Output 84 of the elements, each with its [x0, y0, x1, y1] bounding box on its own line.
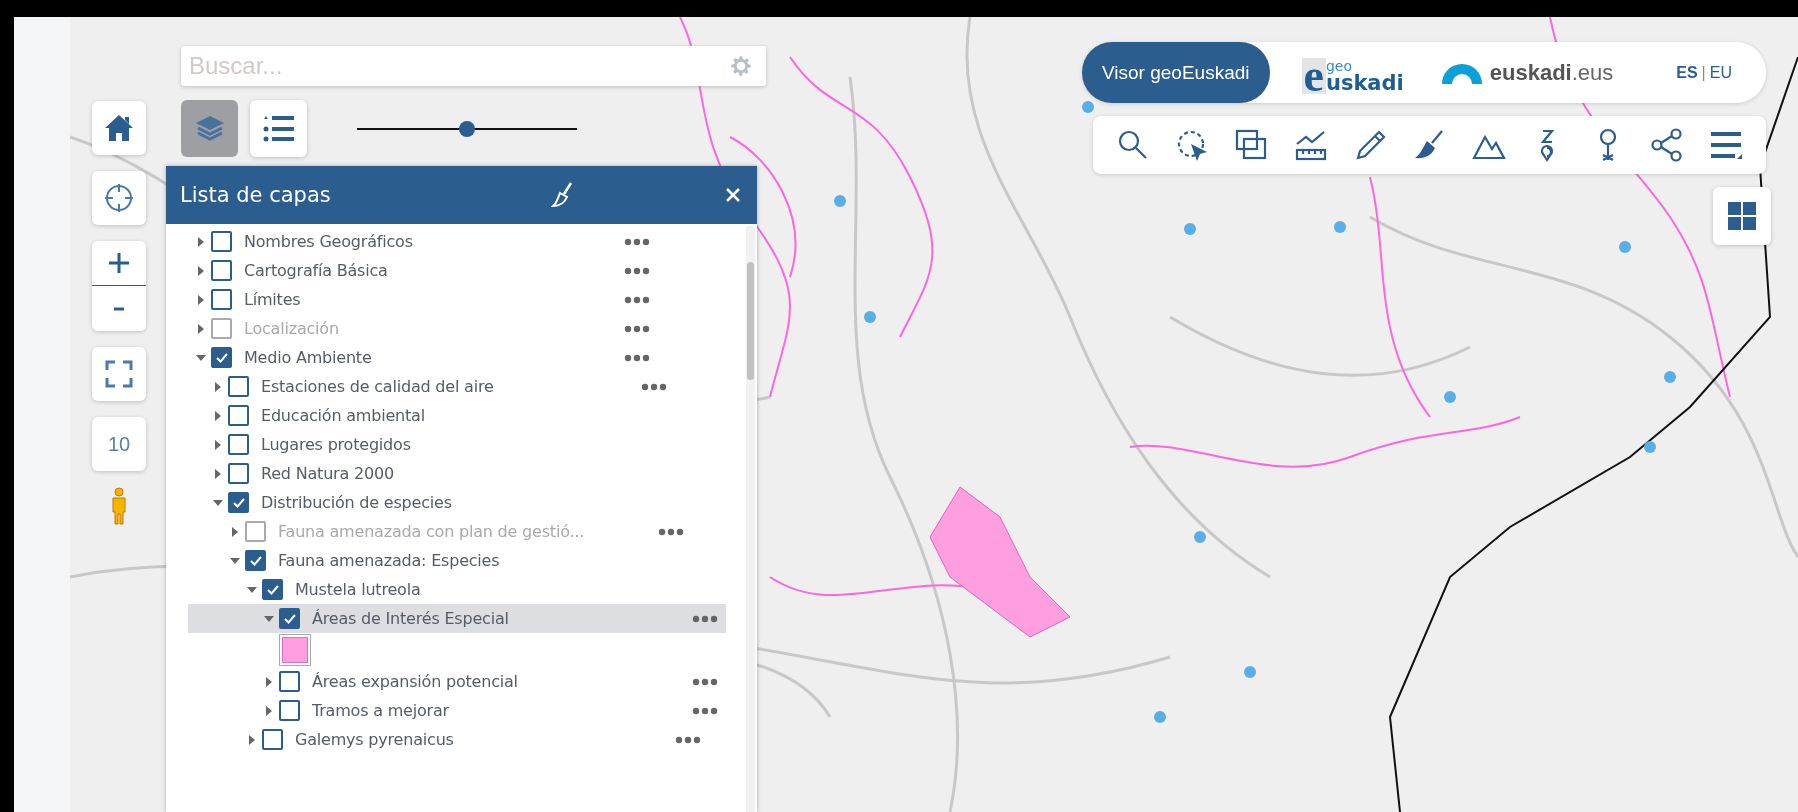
layer-row[interactable]: Lugares protegidos — [188, 430, 675, 459]
list-icon — [262, 115, 295, 142]
fullscreen-button[interactable] — [92, 347, 146, 401]
settings-icon — [728, 53, 754, 79]
checkbox[interactable] — [228, 492, 249, 513]
list-button[interactable] — [250, 100, 307, 157]
checkmark-icon — [215, 352, 228, 363]
share-icon — [1649, 128, 1684, 162]
layer-row[interactable]: Áreas de Interés Especial — [188, 604, 726, 633]
checkbox[interactable] — [228, 376, 249, 397]
layer-label: Distribución de especies — [261, 493, 453, 512]
opacity-slider[interactable] — [357, 121, 577, 137]
checkbox[interactable] — [262, 729, 283, 750]
language-link[interactable]: ES — [1676, 63, 1698, 82]
language-separator: | — [1701, 63, 1706, 82]
layer-label: Áreas de Interés Especial — [312, 609, 510, 628]
pencil-icon — [1353, 128, 1388, 162]
checkmark-icon — [249, 555, 262, 566]
squares-icon — [1234, 128, 1269, 162]
layer-label: Lugares protegidos — [261, 435, 412, 454]
layer-label: Medio Ambiente — [244, 348, 373, 367]
checkmark-icon — [232, 497, 245, 508]
zoom-level: 10 — [92, 417, 146, 471]
checkmark-icon — [266, 584, 279, 595]
layer-label: Estaciones de calidad del aire — [261, 377, 495, 396]
panel-title: Lista de capas — [180, 183, 332, 207]
grid-icon — [1728, 202, 1756, 230]
layer-row[interactable]: Fauna amenazada: Especies — [188, 546, 692, 575]
checkbox[interactable] — [211, 231, 232, 252]
checkbox[interactable] — [211, 289, 232, 310]
scrollbar[interactable] — [746, 226, 755, 812]
close-icon — [726, 188, 740, 202]
minus-icon — [114, 306, 124, 311]
checkbox[interactable] — [228, 463, 249, 484]
layer-row[interactable]: Distribución de especies — [188, 488, 675, 517]
layer-label: Límites — [244, 290, 302, 309]
checkbox[interactable] — [279, 700, 300, 721]
checkbox[interactable] — [279, 671, 300, 692]
layer-label: Educación ambiental — [261, 406, 426, 425]
layer-label: Fauna amenazada: Especies — [278, 551, 501, 570]
layer-row[interactable]: Tramos a mejorar — [188, 696, 726, 725]
checkbox[interactable] — [279, 608, 300, 629]
layer-row[interactable]: Estaciones de calidad del aire — [188, 372, 675, 401]
euskadi-logo[interactable]: euskadi.eus — [1439, 59, 1614, 86]
ruler-icon — [1293, 128, 1328, 162]
layer-label: Tramos a mejorar — [312, 701, 450, 720]
layer-label: Áreas expansión potencial — [312, 672, 519, 691]
layer-label: Red Natura 2000 — [261, 464, 395, 483]
checkbox[interactable] — [245, 550, 266, 571]
plus-icon — [108, 252, 130, 274]
layer-row[interactable]: Educación ambiental — [188, 401, 675, 430]
crosshair-icon — [103, 182, 135, 214]
layer-label: Localización — [244, 319, 340, 338]
home-button[interactable] — [92, 101, 146, 155]
checkbox[interactable] — [211, 260, 232, 281]
layer-label: Fauna amenazada con plan de gestió... — [278, 522, 586, 541]
layer-row[interactable]: Galemys pyrenaicus — [188, 725, 709, 754]
fullscreen-icon — [105, 360, 133, 388]
layer-row[interactable]: Mustela lutreola — [188, 575, 709, 604]
layer-label: Galemys pyrenaicus — [295, 730, 455, 749]
locate-button[interactable] — [92, 171, 146, 225]
checkbox[interactable] — [228, 405, 249, 426]
layer-row[interactable]: Áreas expansión potencial — [188, 667, 726, 696]
zoom-in-button[interactable] — [92, 241, 146, 286]
layer-row[interactable]: Medio Ambiente — [188, 343, 658, 372]
layer-label: Cartografía Básica — [244, 261, 389, 280]
layer-label: Nombres Geográficos — [244, 232, 414, 251]
person-icon — [111, 487, 127, 525]
layer-row[interactable]: Cartografía Básica — [188, 256, 658, 285]
layer-row[interactable]: Límites — [188, 285, 658, 314]
app-button[interactable]: Visor geoEuskadi — [1082, 42, 1270, 103]
map-point[interactable] — [1644, 441, 1656, 453]
grid-button[interactable] — [1713, 187, 1771, 245]
checkbox[interactable] — [228, 434, 249, 455]
home-icon — [104, 114, 134, 142]
layer-label: Mustela lutreola — [295, 580, 422, 599]
checkbox[interactable] — [211, 347, 232, 368]
broom-icon — [551, 182, 573, 208]
language-link[interactable]: EU — [1709, 63, 1732, 82]
checkbox[interactable] — [262, 579, 283, 600]
layer-row[interactable]: Red Natura 2000 — [188, 459, 675, 488]
layer-row[interactable]: Nombres Geográficos — [188, 227, 658, 256]
slider-thumb[interactable] — [459, 121, 475, 137]
checkmark-icon — [283, 613, 296, 624]
